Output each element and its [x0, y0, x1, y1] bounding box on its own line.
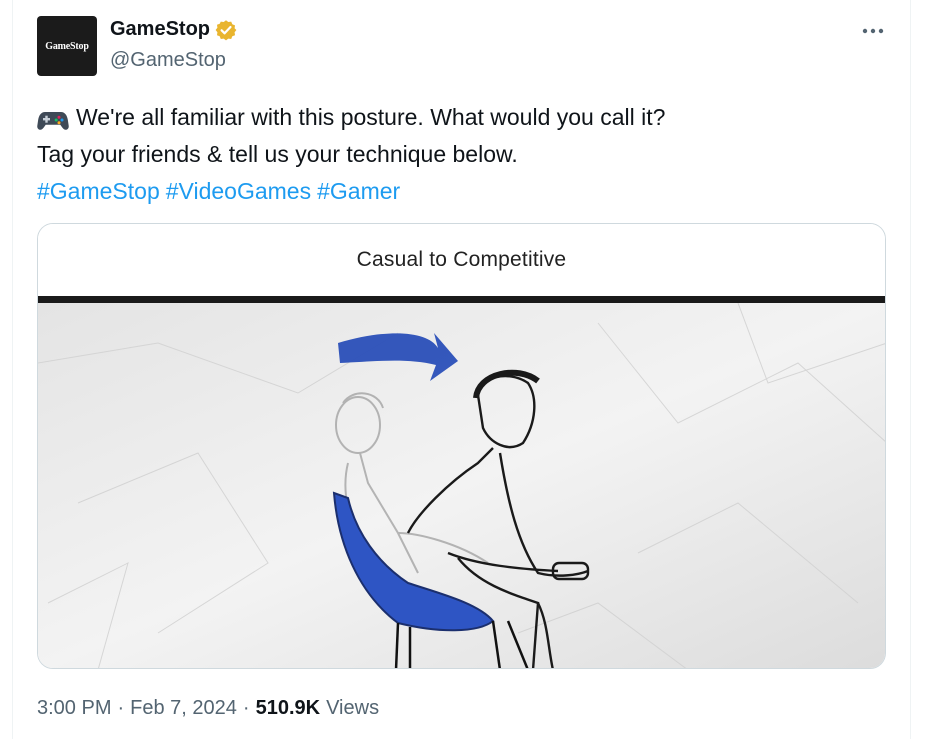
- meta-separator: ·: [242, 697, 250, 719]
- tweet-line-1: We're all familiar with this posture. Wh…: [37, 99, 897, 136]
- display-name[interactable]: GameStop: [110, 18, 210, 41]
- avatar-logo-text: GameStop: [45, 40, 89, 52]
- media-illustration[interactable]: [38, 303, 886, 669]
- tweet-date[interactable]: Feb 7, 2024: [130, 697, 237, 720]
- hashtag-gamer[interactable]: #Gamer: [317, 173, 400, 210]
- card-border-right: [910, 0, 911, 739]
- hashtag-gamestop[interactable]: #GameStop: [37, 173, 160, 210]
- hashtag-line: #GameStop #VideoGames #Gamer: [37, 173, 897, 210]
- tweet-media[interactable]: Casual to Competitive: [37, 223, 886, 669]
- account-handle[interactable]: @GameStop: [110, 49, 226, 72]
- meta-separator: ·: [117, 697, 125, 719]
- tweet-time[interactable]: 3:00 PM: [37, 697, 111, 720]
- gamepad-icon: [37, 106, 69, 130]
- card-border-left: [12, 0, 13, 739]
- views-count[interactable]: 510.9K: [256, 697, 321, 720]
- tweet-text-line-1: We're all familiar with this posture. Wh…: [76, 104, 666, 130]
- views-label[interactable]: Views: [326, 697, 379, 720]
- media-caption: Casual to Competitive: [356, 248, 567, 271]
- tweet-text: We're all familiar with this posture. Wh…: [37, 99, 897, 210]
- media-caption-bar: Casual to Competitive: [38, 224, 885, 296]
- more-options-button[interactable]: [858, 16, 888, 46]
- tweet-text-line-2: Tag your friends & tell us your techniqu…: [37, 141, 518, 167]
- hashtag-videogames[interactable]: #VideoGames: [166, 173, 311, 210]
- verified-badge-icon[interactable]: [215, 19, 237, 41]
- tweet-line-2: Tag your friends & tell us your techniqu…: [37, 136, 897, 173]
- author-name-row[interactable]: GameStop: [110, 18, 237, 41]
- tweet-meta: 3:00 PM · Feb 7, 2024 · 510.9K Views: [37, 697, 379, 720]
- avatar[interactable]: GameStop: [37, 16, 97, 76]
- media-divider: [38, 296, 885, 303]
- more-dots-icon: [862, 28, 884, 34]
